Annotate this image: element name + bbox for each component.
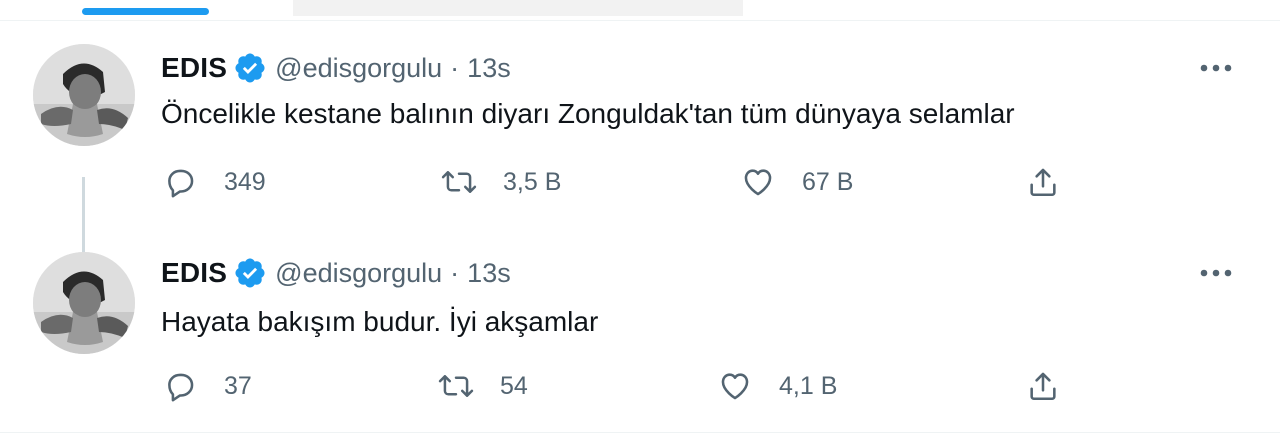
reply-button[interactable]: 349 xyxy=(162,160,266,204)
timestamp[interactable]: 13s xyxy=(467,53,511,84)
tweet-text: Hayata bakışım budur. İyi akşamlar xyxy=(161,306,599,337)
separator-dot: · xyxy=(450,52,460,83)
retweet-button[interactable]: 3,5 B xyxy=(441,160,561,204)
handle[interactable]: @edisgorgulu xyxy=(275,53,442,84)
avatar-photo xyxy=(33,44,135,146)
tweet-header: EDIS @edisgorgulu · 13s xyxy=(161,255,511,291)
share-button[interactable] xyxy=(1025,160,1061,204)
tweet-actions: 37 54 4,1 B xyxy=(0,364,1280,408)
like-heart-icon xyxy=(717,368,753,404)
tweet-header: EDIS @edisgorgulu · 13s xyxy=(161,50,511,86)
like-count: 4,1 B xyxy=(779,371,838,400)
tab-bar xyxy=(0,0,1280,21)
retweet-icon xyxy=(438,368,474,404)
more-dots-icon[interactable] xyxy=(1198,255,1234,291)
share-icon xyxy=(1025,164,1061,200)
more-dots-icon[interactable] xyxy=(1198,50,1234,86)
like-button[interactable]: 67 B xyxy=(740,160,853,204)
tweet-text: Öncelikle kestane balının diyarı Zonguld… xyxy=(161,98,1015,129)
timestamp[interactable]: 13s xyxy=(467,258,511,289)
avatar-photo xyxy=(33,252,135,354)
separator-dot: · xyxy=(450,257,460,288)
reply-count: 349 xyxy=(224,167,266,196)
retweet-button[interactable]: 54 xyxy=(438,364,528,408)
tweet[interactable]: EDIS @edisgorgulu · 13s Öncelikle kestan… xyxy=(0,22,1280,267)
verified-badge-icon xyxy=(233,51,267,85)
share-button[interactable] xyxy=(1025,364,1061,408)
display-name[interactable]: EDIS xyxy=(161,257,227,289)
share-icon xyxy=(1025,368,1061,404)
retweet-count: 54 xyxy=(500,371,528,400)
retweet-icon xyxy=(441,164,477,200)
verified-badge-icon xyxy=(233,256,267,290)
like-button[interactable]: 4,1 B xyxy=(717,364,837,408)
reply-icon xyxy=(162,164,198,200)
like-count: 67 B xyxy=(802,167,854,196)
handle[interactable]: @edisgorgulu xyxy=(275,258,442,289)
reply-button[interactable]: 37 xyxy=(162,364,252,408)
avatar[interactable] xyxy=(33,252,135,354)
tab-area[interactable] xyxy=(293,0,743,16)
display-name[interactable]: EDIS xyxy=(161,52,227,84)
retweet-count: 3,5 B xyxy=(503,167,562,196)
reply-icon xyxy=(162,368,198,404)
tweet-actions: 349 3,5 B 67 B xyxy=(0,160,1280,204)
avatar[interactable] xyxy=(33,44,135,146)
tweet[interactable]: EDIS @edisgorgulu · 13s Hayata bakışım b… xyxy=(0,232,1280,433)
like-heart-icon xyxy=(740,164,776,200)
reply-count: 37 xyxy=(224,371,252,400)
active-tab-indicator[interactable] xyxy=(82,8,209,15)
